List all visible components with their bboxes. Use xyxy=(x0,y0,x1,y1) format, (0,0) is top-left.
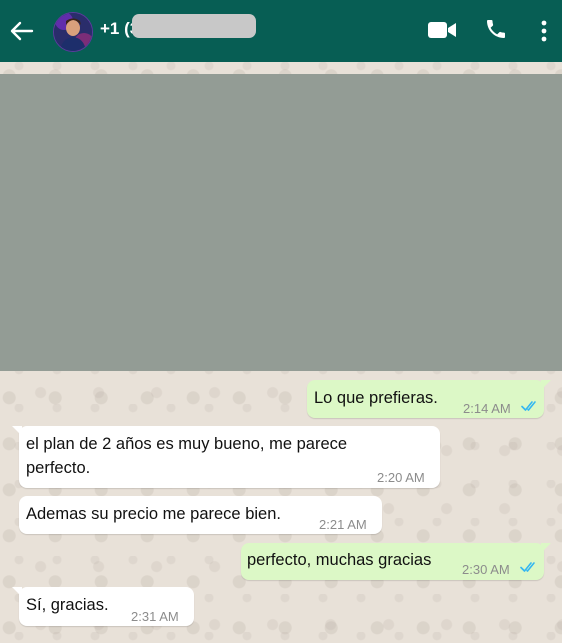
message-incoming[interactable]: el plan de 2 años es muy bueno, me parec… xyxy=(12,426,440,488)
message-incoming[interactable]: Sí, gracias. 2:31 AM xyxy=(12,587,194,626)
avatar[interactable] xyxy=(53,12,93,52)
phone-icon xyxy=(487,20,505,38)
redacted-number xyxy=(132,14,256,38)
message-time: 2:20 AM xyxy=(377,470,425,485)
message-list[interactable]: Lo que prefieras. 2:14 AM el plan de 2 a… xyxy=(0,62,562,643)
message-time: 2:30 AM xyxy=(462,562,510,577)
message-text: perfecto, muchas gracias xyxy=(247,551,432,569)
chat-window: +1 (3 Lo que prefieras. 2:14 AM el plan … xyxy=(0,0,562,643)
voice-call-button[interactable] xyxy=(484,17,508,41)
message-text-line: perfecto. xyxy=(26,459,91,477)
bubble-tail xyxy=(541,380,551,390)
message-text: Lo que prefieras. xyxy=(314,389,438,407)
message-outgoing[interactable]: perfecto, muchas gracias 2:30 AM xyxy=(241,543,551,580)
kebab-menu-icon xyxy=(541,20,547,42)
chat-header: +1 (3 xyxy=(0,0,562,62)
avatar-image xyxy=(54,13,92,51)
video-call-button[interactable] xyxy=(427,19,457,41)
bubble-tail xyxy=(12,426,22,436)
message-time: 2:21 AM xyxy=(319,517,367,532)
message-outgoing[interactable]: Lo que prefieras. 2:14 AM xyxy=(307,380,551,418)
message-text: Ademas su precio me parece bien. xyxy=(26,505,281,523)
bubble-tail xyxy=(541,543,551,553)
menu-button[interactable] xyxy=(538,19,550,43)
message-time: 2:31 AM xyxy=(131,609,179,624)
media-message-placeholder[interactable] xyxy=(0,74,562,371)
message-incoming[interactable]: Ademas su precio me parece bien. 2:21 AM xyxy=(19,496,382,534)
double-check-read-icon xyxy=(521,401,536,411)
back-button[interactable] xyxy=(8,17,36,45)
message-time: 2:14 AM xyxy=(463,401,511,416)
double-check-read-icon xyxy=(520,562,535,572)
message-text-line: el plan de 2 años es muy bueno, me parec… xyxy=(26,435,348,453)
message-text: Sí, gracias. xyxy=(26,596,109,614)
arrow-left-icon xyxy=(10,21,34,41)
bubble-tail xyxy=(12,587,22,597)
video-camera-icon xyxy=(428,22,456,38)
